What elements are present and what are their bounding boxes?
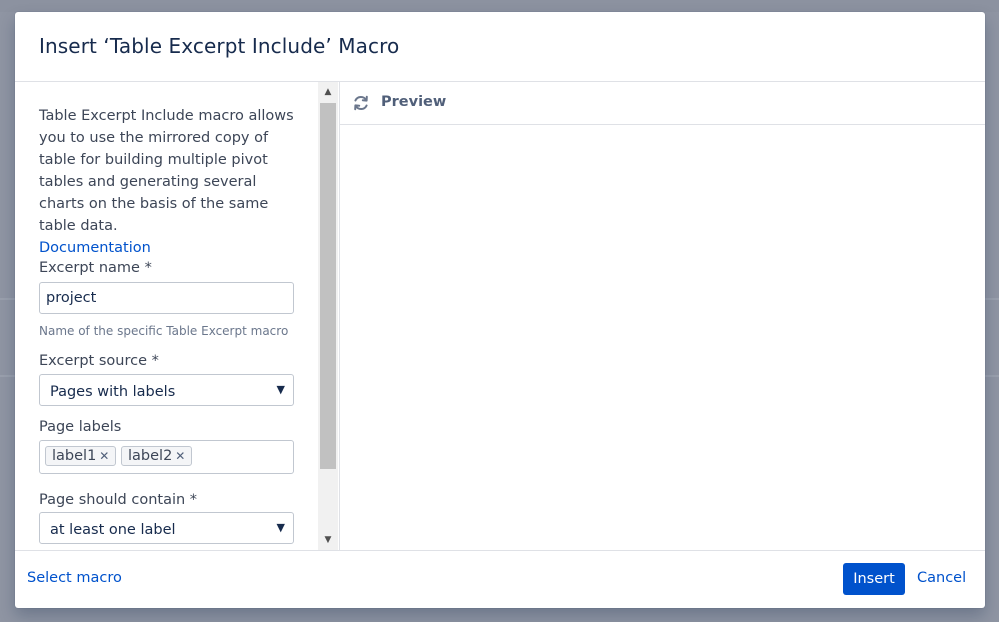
chevron-down-icon: ▼ — [276, 383, 285, 396]
dialog-header: Insert ‘Table Excerpt Include’ Macro — [15, 12, 985, 82]
dialog-footer: Select macro Insert Cancel — [15, 550, 985, 609]
excerpt-name-input[interactable]: project — [39, 282, 294, 314]
excerpt-source-value: Pages with labels — [50, 384, 176, 400]
preview-header: Preview — [340, 82, 985, 125]
excerpt-source-select[interactable]: Pages with labels ▼ — [39, 374, 294, 406]
cancel-button[interactable]: Cancel — [917, 570, 966, 586]
label-tag-text: label1 — [52, 448, 97, 464]
scroll-up-arrow-icon[interactable]: ▲ — [318, 82, 338, 100]
refresh-icon[interactable] — [352, 94, 370, 112]
excerpt-name-help: Name of the specific Table Excerpt macro — [39, 324, 289, 338]
scroll-thumb[interactable] — [320, 103, 336, 469]
macro-description: Table Excerpt Include macro allows you t… — [39, 105, 304, 259]
page-contain-label: Page should contain * — [39, 492, 198, 508]
scroll-down-arrow-icon[interactable]: ▼ — [318, 532, 338, 550]
close-icon[interactable]: ✕ — [99, 449, 109, 463]
left-panel-scrollbar[interactable]: ▲ ▼ — [318, 82, 338, 550]
close-icon[interactable]: ✕ — [175, 449, 185, 463]
label-tag-text: label2 — [128, 448, 173, 464]
excerpt-name-label: Excerpt name * — [39, 260, 152, 276]
page-contain-value: at least one label — [50, 522, 176, 538]
label-tag: label2 ✕ — [121, 446, 193, 466]
page-labels-label: Page labels — [39, 419, 122, 435]
label-tag: label1 ✕ — [45, 446, 117, 466]
chevron-down-icon: ▼ — [276, 521, 285, 534]
page-labels-input[interactable]: label1 ✕ label2 ✕ — [39, 440, 294, 474]
macro-dialog: Insert ‘Table Excerpt Include’ Macro Tab… — [15, 12, 985, 608]
description-text: Table Excerpt Include macro allows you t… — [39, 108, 294, 234]
insert-button[interactable]: Insert — [843, 563, 905, 595]
macro-parameters-panel: Table Excerpt Include macro allows you t… — [15, 82, 317, 550]
background-app — [0, 0, 999, 12]
excerpt-name-value: project — [46, 290, 97, 306]
dialog-title: Insert ‘Table Excerpt Include’ Macro — [39, 34, 400, 58]
excerpt-source-label: Excerpt source * — [39, 353, 159, 369]
select-macro-link[interactable]: Select macro — [27, 570, 122, 586]
page-contain-select[interactable]: at least one label ▼ — [39, 512, 294, 544]
documentation-link[interactable]: Documentation — [39, 240, 151, 256]
preview-panel: Preview — [339, 82, 985, 550]
preview-label: Preview — [381, 94, 447, 110]
